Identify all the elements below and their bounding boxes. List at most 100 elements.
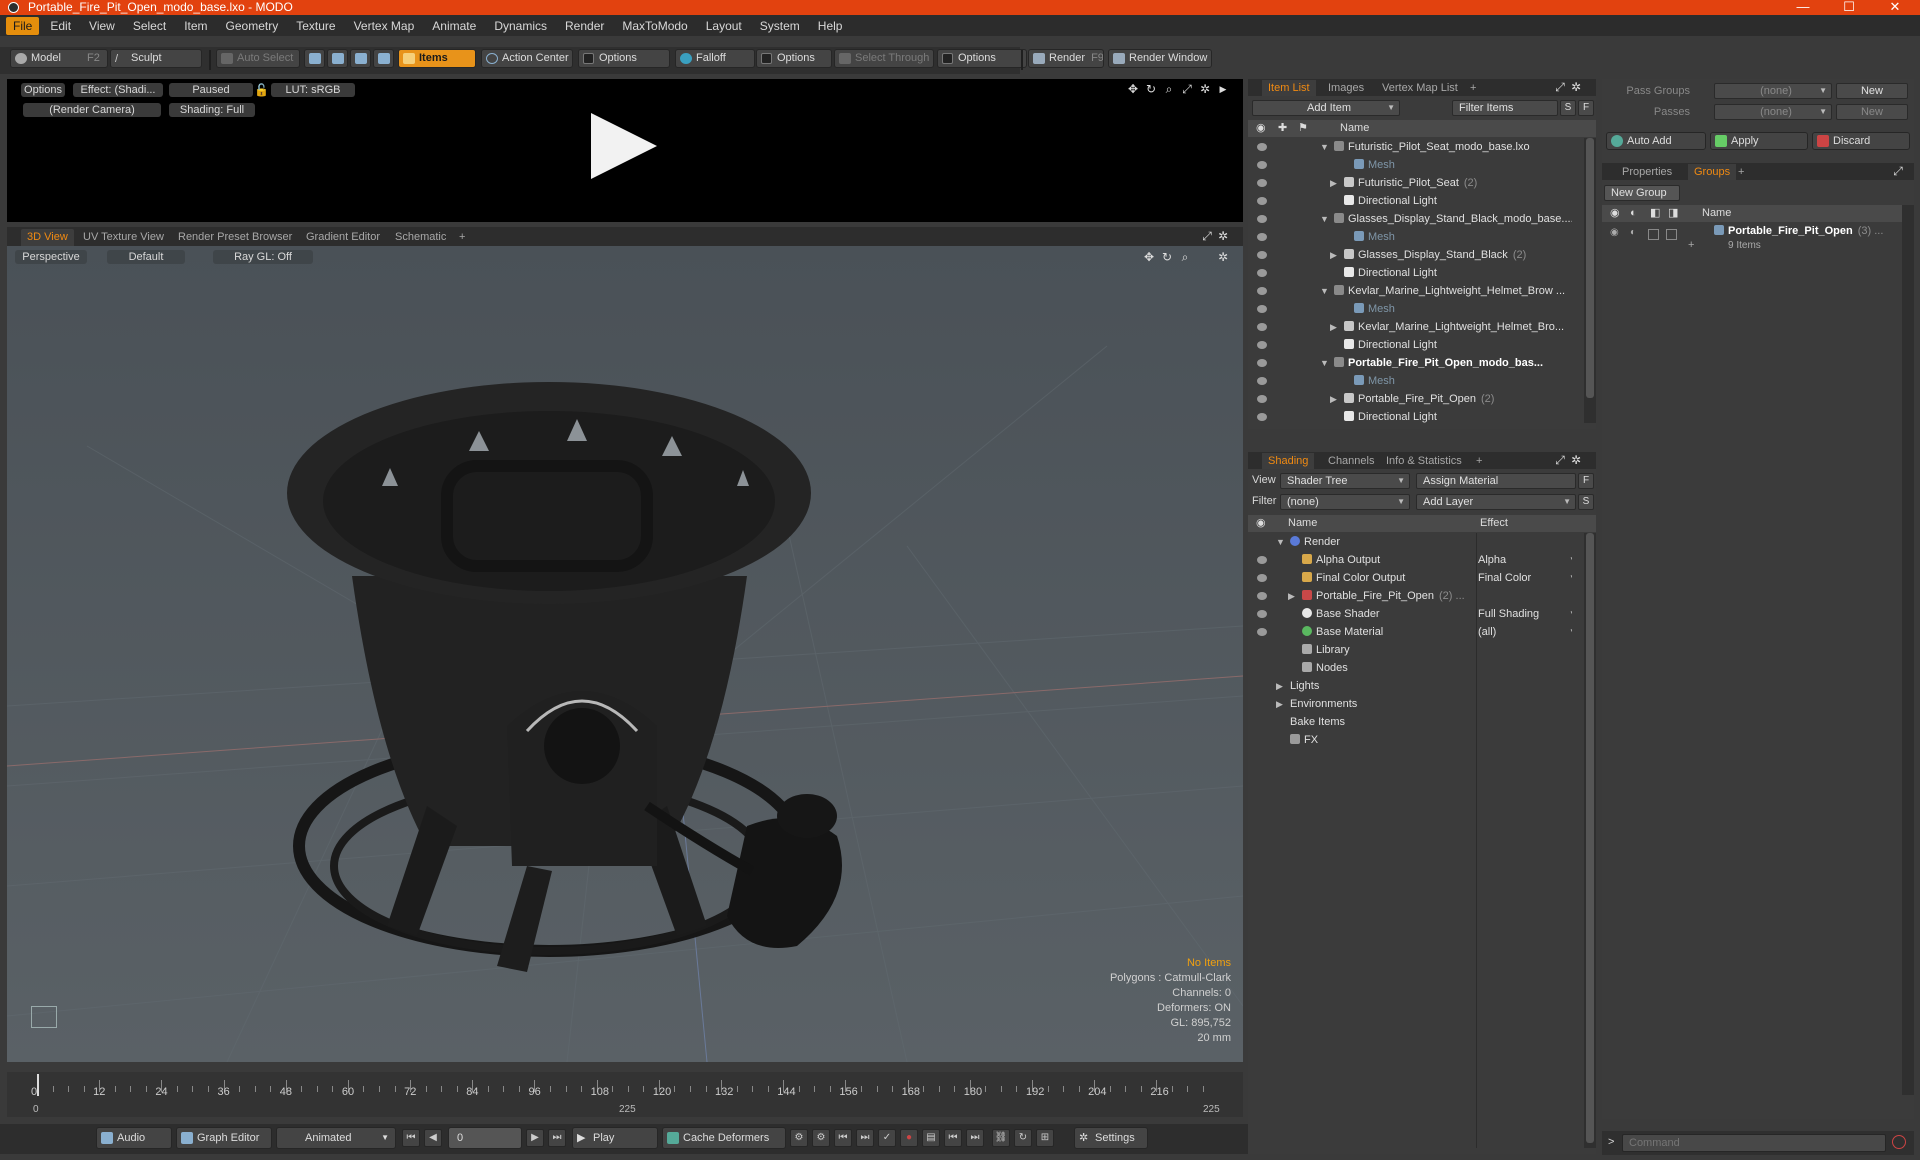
scroll-thumb[interactable] — [1586, 138, 1594, 398]
chevron-right-icon[interactable]: ▶ — [1276, 695, 1283, 713]
eye-icon[interactable] — [1257, 197, 1267, 205]
item-list-row[interactable]: ▼ Portable_Fire_Pit_Open_modo_bas... — [1248, 354, 1572, 372]
step-back-icon[interactable]: ◀ — [424, 1129, 442, 1147]
tab-shading[interactable]: Shading — [1262, 453, 1315, 469]
timeline[interactable]: 0 12 24 36 48 60 72 84 96 108 120 132 144 156 168 180 19… — [7, 1072, 1243, 1117]
chevron-right-icon[interactable]: ▶ — [1288, 587, 1295, 605]
visibility-column-icon[interactable]: ◉ — [1256, 515, 1266, 532]
shader-tree-scrollbar[interactable] — [1584, 533, 1596, 1148]
settings-button[interactable]: ✲ Settings — [1074, 1127, 1148, 1149]
item-list-row[interactable]: ▶ Kevlar_Marine_Lightweight_Helmet_Bro... — [1248, 318, 1572, 336]
sculpt-button[interactable]: / Sculpt — [110, 49, 202, 68]
perspective-dropdown[interactable]: Perspective — [15, 250, 87, 264]
chevron-right-icon[interactable]: ▶ — [1330, 174, 1337, 192]
chevron-right-icon[interactable]: ▶ — [1330, 246, 1337, 264]
menu-view[interactable]: View — [82, 17, 122, 35]
new-group-button[interactable]: New Group — [1604, 185, 1680, 201]
chevron-down-icon[interactable]: ▼ — [1320, 138, 1329, 156]
chevron-down-icon[interactable]: ▼ — [1569, 551, 1572, 569]
key-icon[interactable]: ⚙ — [790, 1129, 808, 1147]
eye-icon[interactable] — [1257, 215, 1267, 223]
lock-column-icon[interactable]: ✚ — [1278, 120, 1287, 137]
add-tab-button[interactable]: + — [1464, 80, 1482, 96]
tab-channels[interactable]: Channels — [1322, 453, 1380, 469]
loop-start-icon[interactable]: ⏮ — [944, 1129, 962, 1147]
select-checkbox-icon[interactable] — [1666, 229, 1677, 240]
auto-add-button[interactable]: Auto Add — [1606, 132, 1706, 150]
tab-vertex-map-list[interactable]: Vertex Map List — [1376, 80, 1464, 96]
tab-render-preset-browser[interactable]: Render Preset Browser — [172, 229, 298, 246]
shader-tree-row[interactable]: Base Shader Full Shading ▼ — [1248, 605, 1572, 623]
item-list-row[interactable]: Directional Light — [1248, 192, 1572, 210]
lock-checkbox-icon[interactable] — [1648, 229, 1659, 240]
select-vertices-button[interactable] — [304, 49, 325, 68]
filter-dropdown[interactable]: (none) — [1280, 494, 1410, 510]
action-center-options-button[interactable]: Options — [578, 49, 670, 68]
item-list-row[interactable]: Mesh — [1248, 156, 1572, 174]
eye-icon[interactable] — [1257, 592, 1267, 600]
key-filter-icon[interactable]: ⚙ — [812, 1129, 830, 1147]
zoom-icon[interactable]: ⌕ — [1163, 83, 1175, 95]
step-forward-icon[interactable]: ▶ — [526, 1129, 544, 1147]
eye-icon[interactable] — [1257, 305, 1267, 313]
filter-items-input[interactable]: Filter Items — [1452, 100, 1558, 116]
audio-button[interactable]: Audio — [96, 1127, 172, 1149]
eye-icon[interactable] — [1257, 143, 1267, 151]
name-column-header[interactable]: Name — [1340, 120, 1369, 137]
graph-editor-button[interactable]: Graph Editor — [176, 1127, 272, 1149]
chevron-down-icon[interactable]: ▼ — [1320, 282, 1329, 300]
next-key-icon[interactable]: ⏭ — [856, 1129, 874, 1147]
eye-icon[interactable] — [1257, 395, 1267, 403]
eye-icon[interactable] — [1257, 269, 1267, 277]
add-tab-button[interactable]: + — [1732, 164, 1750, 180]
move-icon[interactable]: ✥ — [1143, 251, 1155, 263]
filter-f-button[interactable]: F — [1578, 100, 1594, 116]
shader-tree-row[interactable]: Bake Items — [1248, 713, 1572, 731]
shader-tree-row[interactable]: Base Material (all) ▼ — [1248, 623, 1572, 641]
gear-icon[interactable]: ✲ — [1217, 230, 1229, 242]
shader-tree-row[interactable]: Final Color Output Final Color ▼ — [1248, 569, 1572, 587]
groups-scrollbar[interactable] — [1902, 205, 1914, 1095]
render-preview[interactable]: Options Effect: (Shadi... Paused 🔓 LUT: … — [7, 79, 1243, 222]
item-list-row[interactable]: Directional Light — [1248, 408, 1572, 426]
gear-icon[interactable]: ✲ — [1199, 83, 1211, 95]
default-style-dropdown[interactable]: Default — [107, 250, 185, 264]
tab-schematic[interactable]: Schematic — [389, 229, 452, 246]
zoom-icon[interactable]: ⌕ — [1179, 251, 1191, 263]
discard-button[interactable]: Discard — [1812, 132, 1910, 150]
add-layer-dropdown[interactable]: Add Layer — [1416, 494, 1576, 510]
frame-input[interactable]: 0 — [448, 1127, 522, 1149]
chevron-down-icon[interactable]: ▼ — [1569, 605, 1572, 623]
apply-button[interactable]: Apply — [1710, 132, 1808, 150]
rotate-icon[interactable]: ↻ — [1145, 83, 1157, 95]
menu-maxtomodo[interactable]: MaxToModo — [615, 17, 694, 35]
pass-groups-dropdown[interactable]: (none) — [1714, 83, 1832, 99]
move-icon[interactable]: ✥ — [1127, 83, 1139, 95]
chevron-down-icon[interactable]: ▼ — [1276, 533, 1285, 551]
item-list-row[interactable]: ▶ Futuristic_Pilot_Seat (2) — [1248, 174, 1572, 192]
play-button[interactable]: ▶ Play — [572, 1127, 658, 1149]
select-edges-button[interactable] — [327, 49, 348, 68]
chevron-down-icon[interactable]: ▼ — [1569, 623, 1572, 641]
key-toggle-icon[interactable]: ✓ — [878, 1129, 896, 1147]
eye-icon[interactable] — [1257, 251, 1267, 259]
maximize-icon[interactable]: ⤢ — [1181, 83, 1193, 95]
new-pass-button[interactable]: New — [1836, 104, 1908, 120]
menu-layout[interactable]: Layout — [699, 17, 749, 35]
prev-key-icon[interactable]: ⏮ — [834, 1129, 852, 1147]
render-toggle-icon[interactable]: ◐ — [1630, 227, 1636, 238]
menu-texture[interactable]: Texture — [289, 17, 342, 35]
chevron-down-icon[interactable]: ▼ — [1320, 210, 1329, 228]
menu-select[interactable]: Select — [126, 17, 173, 35]
eye-icon[interactable] — [1257, 574, 1267, 582]
item-list-row[interactable]: ▶ Glasses_Display_Stand_Black (2) — [1248, 246, 1572, 264]
effect-dropdown[interactable]: (all) — [1478, 623, 1496, 641]
tab-properties[interactable]: Properties — [1616, 164, 1678, 180]
eye-icon[interactable] — [1257, 179, 1267, 187]
menu-help[interactable]: Help — [811, 17, 850, 35]
falloff-button[interactable]: Falloff — [675, 49, 755, 68]
effect-dropdown[interactable]: Alpha — [1478, 551, 1506, 569]
menu-item[interactable]: Item — [177, 17, 214, 35]
falloff-options-button[interactable]: Options — [756, 49, 832, 68]
add-tab-button[interactable]: + — [1470, 453, 1488, 469]
